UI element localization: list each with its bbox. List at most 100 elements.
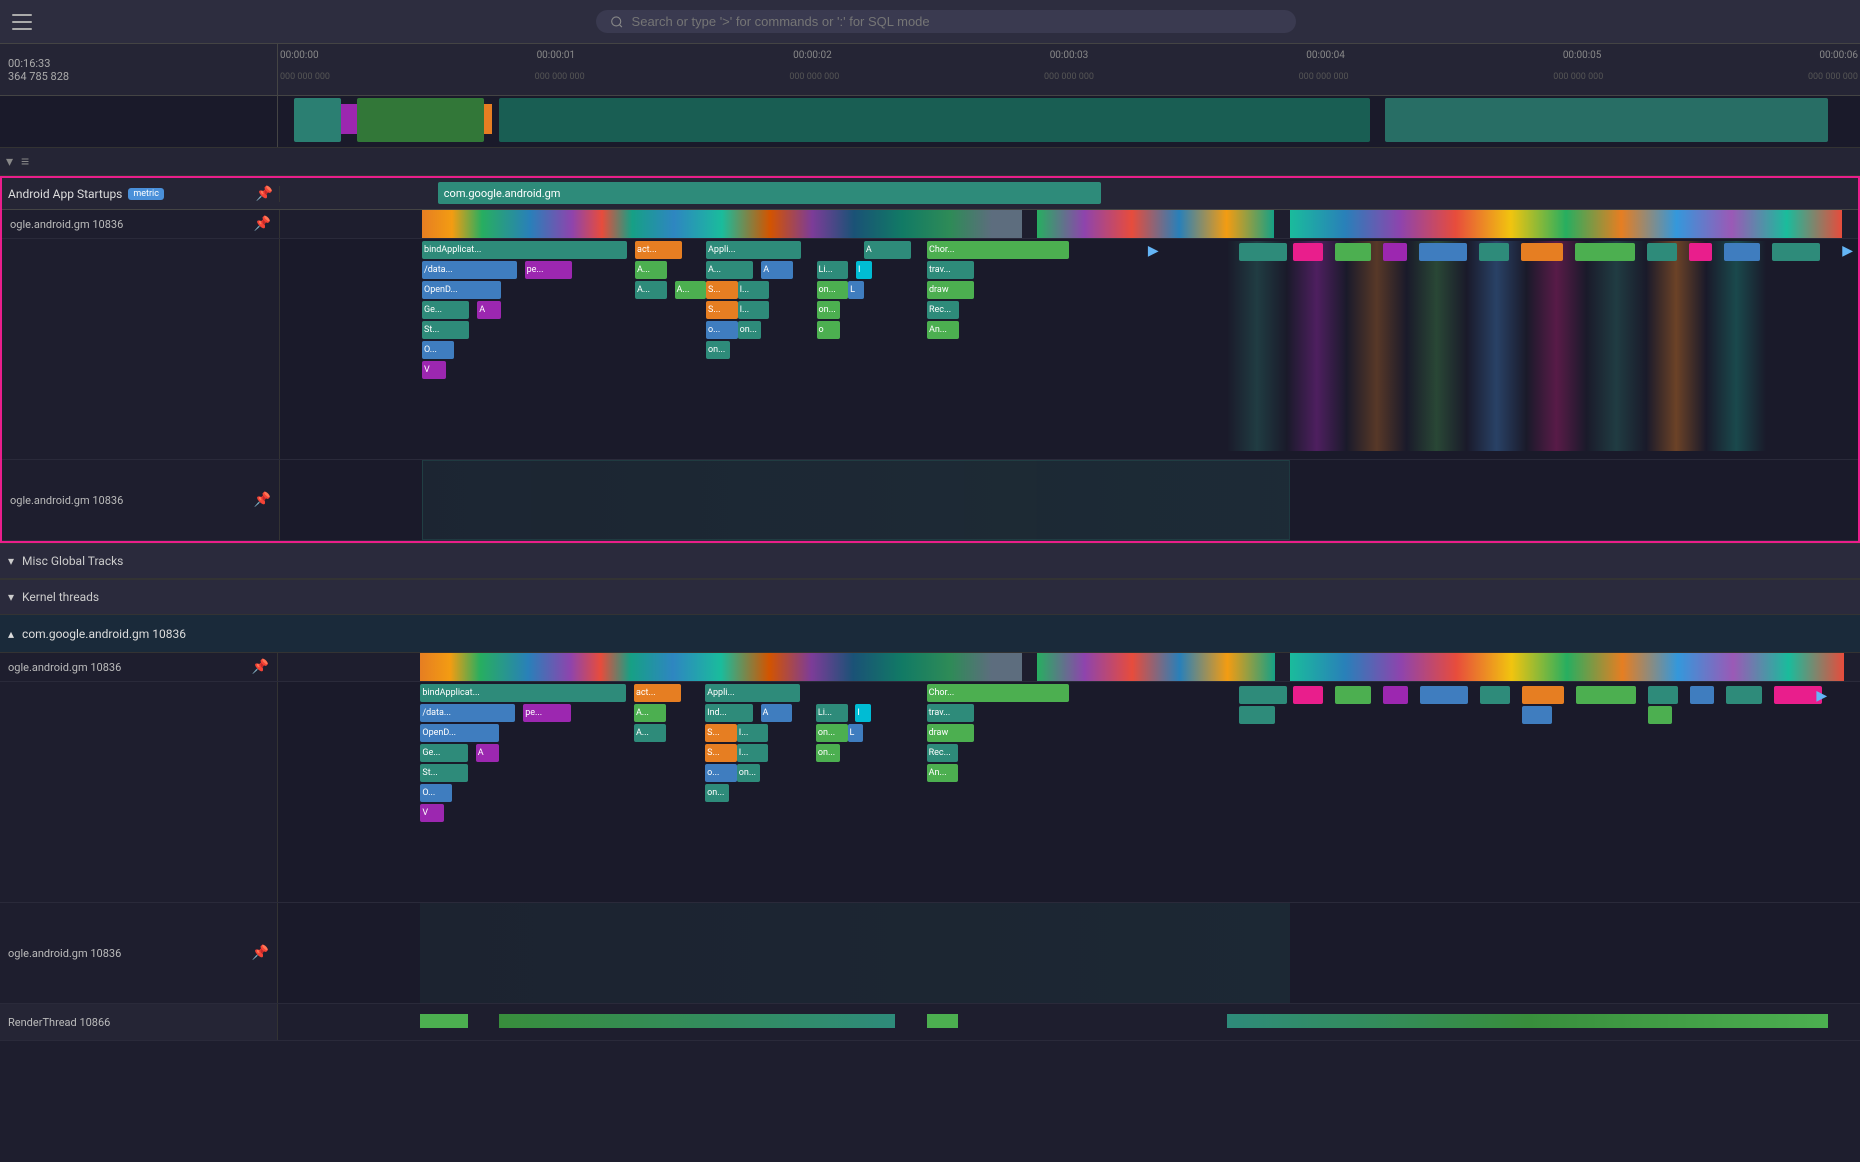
flame-st[interactable]: St... xyxy=(422,321,469,339)
pin-cg2[interactable]: 📌 xyxy=(252,945,269,961)
flame-o3[interactable]: o xyxy=(817,321,841,339)
cg-rf-4[interactable] xyxy=(1383,686,1407,704)
cg-flame-a4[interactable]: A xyxy=(761,704,793,722)
cg-flame-ge[interactable]: Ge... xyxy=(420,744,467,762)
flame-rec[interactable]: Rec... xyxy=(927,301,959,319)
pin-cg1[interactable]: 📌 xyxy=(252,659,269,675)
cg-rf-12[interactable] xyxy=(1774,686,1822,704)
pin-2[interactable]: 📌 xyxy=(254,492,271,508)
cg-flame-a4-2[interactable]: A xyxy=(476,744,500,762)
cg-rf-11[interactable] xyxy=(1726,686,1762,704)
rf-12[interactable] xyxy=(1772,243,1820,261)
cg-flame-an[interactable]: An... xyxy=(927,764,959,782)
flame-i1[interactable]: I xyxy=(856,261,872,279)
cg-flame-chor[interactable]: Chor... xyxy=(927,684,1069,702)
flame-a3-2[interactable]: A... xyxy=(675,281,707,299)
rf-5[interactable] xyxy=(1419,243,1467,261)
cg-rf-3[interactable] xyxy=(1335,686,1371,704)
cg-rf-d3[interactable] xyxy=(1648,706,1672,724)
cg-flame-a2[interactable]: A... xyxy=(634,704,666,722)
flame-a4-2[interactable]: A xyxy=(477,301,501,319)
menu-button[interactable] xyxy=(12,14,32,30)
cg-flame-trav[interactable]: trav... xyxy=(927,704,974,722)
pin-1[interactable]: 📌 xyxy=(254,216,271,232)
flame-appli[interactable]: Appli... xyxy=(706,241,801,259)
cg-rf-2[interactable] xyxy=(1293,686,1323,704)
flame-trav[interactable]: trav... xyxy=(927,261,974,279)
com-google-section-header[interactable]: ▴ com.google.android.gm 10836 xyxy=(0,615,1860,653)
cg-flame-appli[interactable]: Appli... xyxy=(705,684,800,702)
flame-act[interactable]: act... xyxy=(635,241,682,259)
flame-o2[interactable]: O... xyxy=(422,341,454,359)
flame-i2[interactable]: I... xyxy=(738,281,770,299)
rf-10[interactable] xyxy=(1689,243,1713,261)
flame-data[interactable]: /data... xyxy=(422,261,517,279)
rf-8[interactable] xyxy=(1575,243,1635,261)
flame-a1[interactable]: A xyxy=(864,241,911,259)
cg-flame-v[interactable]: V xyxy=(420,804,444,822)
search-input[interactable] xyxy=(632,14,1282,29)
flame-on1[interactable]: on... xyxy=(817,281,849,299)
cg-rf-d2[interactable] xyxy=(1522,706,1552,724)
rf-6[interactable] xyxy=(1479,243,1509,261)
kernel-threads-section[interactable]: ▾ Kernel threads xyxy=(0,579,1860,615)
flame-chor[interactable]: Chor... xyxy=(927,241,1069,259)
cg-rf-6[interactable] xyxy=(1480,686,1510,704)
com-google-bar[interactable]: com.google.android.gm xyxy=(438,182,1101,204)
cg-flame-draw[interactable]: draw xyxy=(927,724,974,742)
cg-flame-li[interactable]: Li... xyxy=(816,704,848,722)
cg-flame-s1[interactable]: S... xyxy=(705,724,737,742)
collapse-icon[interactable]: ▾ xyxy=(6,154,13,170)
cg-flame-o1[interactable]: o... xyxy=(705,764,737,782)
flame-s1-2[interactable]: S... xyxy=(706,301,738,319)
menu-lines-icon[interactable]: ≡ xyxy=(21,153,29,170)
cg-flame-ind[interactable]: Ind... xyxy=(705,704,752,722)
rf-2[interactable] xyxy=(1293,243,1323,261)
flame-opend[interactable]: OpenD... xyxy=(422,281,501,299)
cg-flame-l1[interactable]: L xyxy=(848,724,864,742)
cg-flame-on3[interactable]: on... xyxy=(737,764,761,782)
search-bar[interactable] xyxy=(596,10,1296,33)
scroll-container[interactable]: Android App Startups metric 📌 com.google… xyxy=(0,176,1860,1162)
cg-flame-st[interactable]: St... xyxy=(420,764,467,782)
cg-flame-o2[interactable]: O... xyxy=(420,784,452,802)
rf-4[interactable] xyxy=(1383,243,1407,261)
flame-on2[interactable]: on... xyxy=(817,301,841,319)
misc-global-section[interactable]: ▾ Misc Global Tracks xyxy=(0,543,1860,579)
rf-7[interactable] xyxy=(1521,243,1563,261)
android-section-header[interactable]: Android App Startups metric 📌 com.google… xyxy=(2,178,1858,210)
cg-flame-opend[interactable]: OpenD... xyxy=(420,724,499,742)
flame-a2-2[interactable]: A... xyxy=(635,281,667,299)
cg-rf-9[interactable] xyxy=(1648,686,1678,704)
rf-3[interactable] xyxy=(1335,243,1371,261)
flame-ge[interactable]: Ge... xyxy=(422,301,469,319)
cg-flame-i2[interactable]: I... xyxy=(737,724,769,742)
flame-a3[interactable]: A... xyxy=(706,261,753,279)
cg-flame-on1[interactable]: on... xyxy=(816,724,848,742)
cg-flame-rec[interactable]: Rec... xyxy=(927,744,959,762)
flame-i2-2[interactable]: I... xyxy=(738,301,770,319)
flame-chart-canvas[interactable]: bindApplicat... act... Appli... A Chor..… xyxy=(280,239,1858,459)
cg-flame-on4[interactable]: on... xyxy=(705,784,729,802)
rf-9[interactable] xyxy=(1647,243,1677,261)
rf-1[interactable] xyxy=(1239,243,1287,261)
cg-rf-d1[interactable] xyxy=(1239,706,1275,724)
flame-li[interactable]: Li... xyxy=(817,261,849,279)
cg-flame-on2[interactable]: on... xyxy=(816,744,840,762)
rf-11[interactable] xyxy=(1724,243,1760,261)
flame-on3[interactable]: on... xyxy=(738,321,762,339)
flame-v[interactable]: V xyxy=(422,361,446,379)
cg-flame-i1[interactable]: I xyxy=(855,704,871,722)
flame-a4[interactable]: A xyxy=(761,261,793,279)
flame-l1[interactable]: L xyxy=(848,281,864,299)
cg-rf-8[interactable] xyxy=(1576,686,1636,704)
cg-flame-s1-2[interactable]: S... xyxy=(705,744,737,762)
flame-an[interactable]: An... xyxy=(927,321,959,339)
flame-pe[interactable]: pe... xyxy=(525,261,572,279)
flame-o1[interactable]: o... xyxy=(706,321,738,339)
flame-s1[interactable]: S... xyxy=(706,281,738,299)
cg-rf-7[interactable] xyxy=(1522,686,1564,704)
pin-icon-android[interactable]: 📌 xyxy=(256,186,273,202)
cg-flame-pe[interactable]: pe... xyxy=(523,704,570,722)
cg-rf-1[interactable] xyxy=(1239,686,1287,704)
